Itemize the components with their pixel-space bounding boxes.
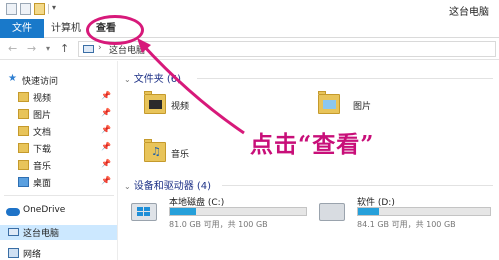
annotation-text: 点击“查看” (250, 131, 375, 158)
